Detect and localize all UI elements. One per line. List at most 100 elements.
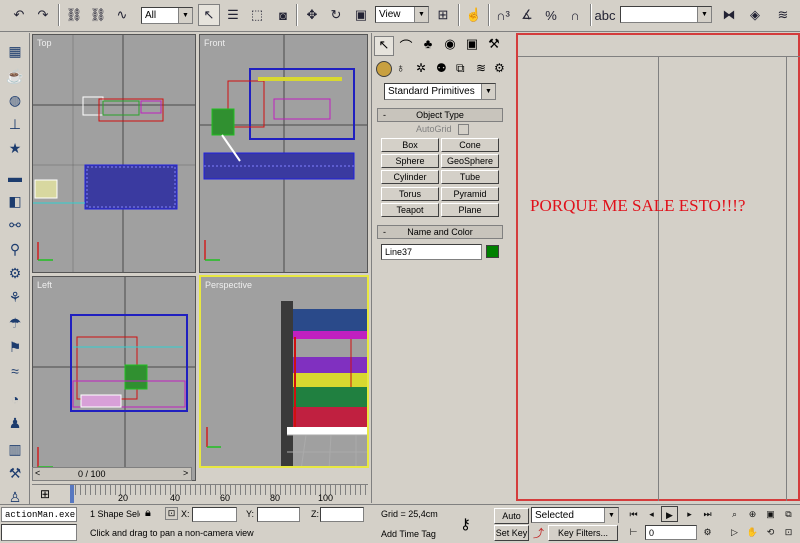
space-warps-icon[interactable]: ≋ [476, 61, 486, 75]
key-tangent-icon[interactable]: ⤴ [533, 525, 544, 541]
plane-button[interactable]: Plane [441, 203, 499, 217]
gear-icon[interactable]: ⚙ [3, 262, 27, 284]
hammer-icon[interactable]: ⚒ [3, 462, 27, 484]
mesh-icon[interactable]: ▬ [3, 166, 27, 188]
object-color-swatch[interactable] [486, 245, 499, 258]
name-and-color-rollout-header[interactable]: - Name and Color [377, 225, 503, 239]
viewport-front[interactable]: Front [199, 34, 368, 273]
shapes-icon[interactable]: ♁ [396, 61, 405, 75]
cone-button[interactable]: Cone [441, 138, 499, 152]
arc-rotate-icon[interactable]: ⟲ [762, 524, 779, 540]
use-pivot-point-center-icon[interactable]: ⊞ [432, 4, 454, 26]
field-of-view-icon[interactable]: ▷ [726, 524, 743, 540]
geometry-icon[interactable] [376, 61, 392, 77]
select-object-icon[interactable]: ↖ [198, 4, 220, 26]
torus-button[interactable]: Torus [381, 187, 439, 201]
redo-icon[interactable]: ↷ [32, 4, 54, 26]
y-coordinate-field[interactable] [257, 507, 300, 522]
angle-snap-icon[interactable]: ∡ [516, 4, 538, 26]
next-frame-icon[interactable]: ▸ [681, 506, 698, 522]
mirror-icon[interactable]: ⧓ [718, 4, 740, 26]
pan-hand-icon[interactable]: ✋ [744, 524, 761, 540]
lights-icon[interactable]: ✲ [416, 61, 426, 75]
cylinder-icon[interactable]: ⊥ [3, 113, 27, 135]
primitive-category-dropdown[interactable]: Standard Primitives ▼ [384, 83, 496, 100]
select-and-manipulate-icon[interactable]: ☝ [463, 4, 485, 26]
zoom-icon[interactable]: ⌕ [726, 506, 743, 522]
cylinder-button[interactable]: Cylinder [381, 170, 439, 184]
maxscript-listener[interactable]: actionMan.exe [1, 507, 77, 522]
tube-button[interactable]: Tube [441, 170, 499, 184]
box-icon[interactable]: ▦ [3, 40, 27, 62]
light-icon[interactable]: ⚲ [3, 238, 27, 260]
select-and-move-icon[interactable]: ✥ [301, 4, 323, 26]
display-tab-icon[interactable]: ▣ [462, 36, 482, 56]
wave-icon[interactable]: ≈ [3, 360, 27, 382]
cloth-icon[interactable]: ▥ [3, 438, 27, 460]
absolute-mode-icon[interactable]: ⊡ [165, 507, 178, 520]
key-mode-toggle-icon[interactable]: ⊢ [625, 524, 642, 540]
systems-icon[interactable]: ⚙ [494, 61, 505, 75]
utilities-tab-icon[interactable]: ⚒ [484, 36, 504, 56]
go-to-end-icon[interactable]: ⏭ [699, 506, 716, 522]
helpers-icon[interactable]: ⧉ [456, 61, 465, 76]
undo-icon[interactable]: ↶ [8, 4, 30, 26]
key-mode-dropdown[interactable]: Selected ▼ [531, 507, 619, 523]
edit-named-selections-icon[interactable]: abc [594, 4, 616, 26]
sphere-icon[interactable]: ◍ [3, 89, 27, 111]
zoom-extents-icon[interactable]: ▣ [762, 506, 779, 522]
cameras-icon[interactable]: ⚉ [436, 61, 447, 75]
viewport-perspective[interactable]: Perspective [199, 275, 369, 468]
lock-icon[interactable]: 🔒︎ [145, 507, 151, 520]
x-coordinate-field[interactable] [192, 507, 237, 522]
pyramid-button[interactable]: Pyramid [441, 187, 499, 201]
rectangular-selection-icon[interactable]: ⬚ [246, 4, 268, 26]
zoom-all-icon[interactable]: ⊕ [744, 506, 761, 522]
bone-icon[interactable]: ⚯ [3, 214, 27, 236]
align-icon[interactable]: ◈ [744, 4, 766, 26]
maximize-viewport-icon[interactable]: ⊡ [780, 524, 797, 540]
teapot-icon[interactable]: ☕ [3, 65, 27, 87]
z-coordinate-field[interactable] [320, 507, 364, 522]
box-button[interactable]: Box [381, 138, 439, 152]
viewport-left[interactable]: Left [32, 276, 196, 481]
create-tab-icon[interactable]: ↖ [374, 36, 394, 56]
hierarchy-tab-icon[interactable]: ♣ [418, 36, 438, 56]
time-configuration-icon[interactable]: ⚙ [699, 524, 716, 540]
modify-tab-icon[interactable]: ⌒ [396, 36, 416, 56]
window-crossing-icon[interactable]: ◙ [272, 4, 294, 26]
bind-to-space-warp-icon[interactable]: ∿ [111, 4, 133, 26]
time-slider-prev-icon[interactable]: < [35, 468, 40, 478]
object-type-rollout-header[interactable]: - Object Type [377, 108, 503, 122]
unlink-selection-icon[interactable]: ⛓ [87, 4, 109, 26]
autogrid-checkbox[interactable] [458, 124, 469, 135]
teapot-button[interactable]: Teapot [381, 203, 439, 217]
time-slider-next-icon[interactable]: > [183, 468, 188, 478]
key-filters-button[interactable]: Key Filters... [548, 525, 618, 541]
key-icon[interactable]: ⚷ [460, 515, 471, 533]
viewport-top[interactable]: Top [32, 34, 196, 273]
current-frame-field[interactable]: 0 [645, 525, 697, 540]
snaps-toggle-icon[interactable]: ∩³ [492, 4, 514, 26]
select-and-scale-icon[interactable]: ▣ [350, 4, 372, 26]
named-selection-dropdown[interactable]: ▼ [620, 6, 712, 23]
maxscript-input[interactable] [1, 524, 77, 541]
go-to-start-icon[interactable]: ⏮ [625, 506, 642, 522]
modifier-icon[interactable]: ◔ [3, 388, 27, 410]
select-by-name-icon[interactable]: ☰ [222, 4, 244, 26]
layer-manager-icon[interactable]: ≋ [772, 4, 794, 26]
motion-tab-icon[interactable]: ◉ [440, 36, 460, 56]
text-shape-icon[interactable]: ◧ [3, 190, 27, 212]
previous-frame-icon[interactable]: ◂ [643, 506, 660, 522]
add-time-tag[interactable]: Add Time Tag [381, 527, 436, 542]
camera-icon[interactable]: ⚘ [3, 286, 27, 308]
time-slider[interactable]: < 0 / 100 > [32, 467, 192, 481]
object-name-field[interactable]: Line37 [381, 244, 482, 260]
spinner-snap-icon[interactable]: ∩ [564, 4, 586, 26]
star-icon[interactable]: ★ [3, 137, 27, 159]
biped-icon[interactable]: ♟ [3, 412, 27, 434]
set-key-button[interactable]: Set Key [494, 525, 529, 541]
trackbar[interactable]: ⊞ 20 40 60 80 100 [32, 484, 368, 504]
space-warp-icon[interactable]: ⚑ [3, 336, 27, 358]
select-and-rotate-icon[interactable]: ↻ [325, 4, 347, 26]
